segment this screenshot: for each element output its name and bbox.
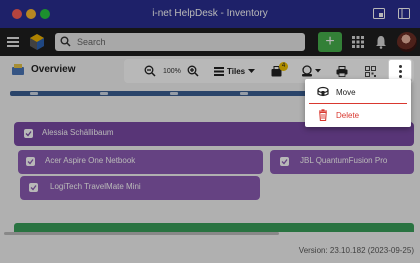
menu-item-move[interactable]: Move (305, 81, 411, 103)
trash-icon (319, 109, 327, 121)
menu-item-delete[interactable]: Delete (305, 104, 411, 126)
move-icon (317, 86, 329, 97)
menu-item-label: Move (336, 88, 356, 97)
more-actions-button-active[interactable] (388, 59, 412, 81)
menu-backdrop[interactable] (0, 0, 420, 263)
menu-item-label: Delete (336, 111, 360, 120)
more-actions-menu: Move Delete (305, 79, 411, 127)
